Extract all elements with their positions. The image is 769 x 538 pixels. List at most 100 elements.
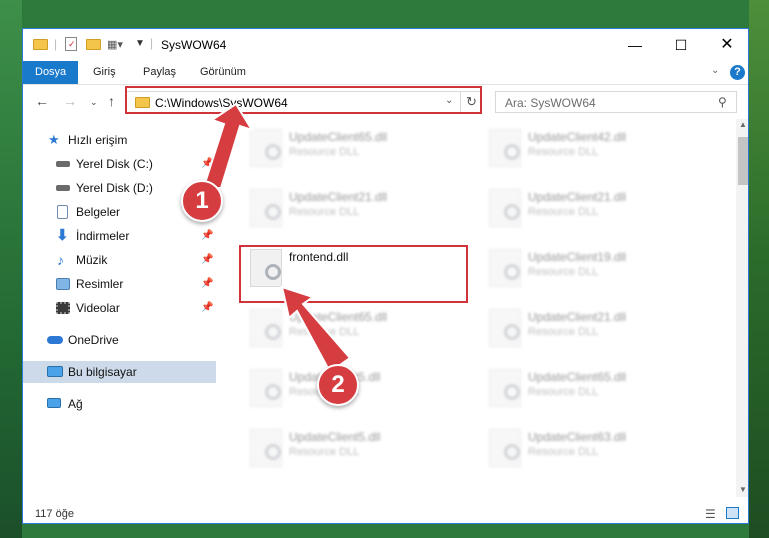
gear-icon (504, 264, 520, 280)
sidebar-item-label: Yerel Disk (D:) (76, 181, 153, 195)
file-item[interactable]: UpdateClient63.dll Resource DLL (481, 425, 711, 473)
sidebar-item-onedrive[interactable]: OneDrive (23, 329, 216, 351)
sidebar-item-label: Belgeler (76, 205, 121, 219)
tab-share[interactable]: Paylaş (143, 61, 176, 84)
search-box[interactable]: Ara: SysWOW64 ⚲ (495, 91, 737, 113)
download-icon: ⬇ (56, 227, 69, 244)
sidebar-item-pictures[interactable]: Resimler 📌 (23, 273, 216, 295)
file-description: Resource DLL (528, 326, 599, 338)
gear-icon (265, 204, 281, 220)
expand-ribbon-icon[interactable]: ⌄ (711, 65, 719, 76)
help-icon[interactable]: ? (730, 65, 745, 80)
folder-icon[interactable] (33, 39, 48, 50)
sidebar-item-quick-access[interactable]: ★ Hızlı erişim (23, 129, 216, 151)
file-item[interactable]: UpdateClient21.dll Resource DLL (242, 185, 472, 233)
tab-view[interactable]: Görünüm (200, 61, 246, 84)
search-icon[interactable]: ⚲ (718, 95, 727, 109)
back-button[interactable]: ← (35, 93, 49, 109)
music-icon: ♪ (57, 252, 64, 268)
vertical-scrollbar[interactable]: ▲ ▼ (736, 119, 748, 497)
file-description: Resource DLL (528, 206, 599, 218)
sidebar-item-local-disk-c[interactable]: Yerel Disk (C:) 📌 (23, 153, 216, 175)
close-button[interactable]: ✕ (704, 29, 748, 61)
window-title: SysWOW64 (161, 38, 227, 52)
file-description: Resource DLL (528, 446, 599, 458)
sidebar-item-label: Videolar (76, 301, 120, 315)
sidebar-item-label: Resimler (76, 277, 124, 291)
drive-icon (56, 161, 70, 167)
customize-icon[interactable]: ▦▾ (107, 38, 123, 51)
computer-icon (47, 366, 63, 377)
minimize-button[interactable]: — (612, 29, 658, 61)
details-view-icon[interactable]: ☰ (705, 507, 716, 521)
sidebar-item-label: Ağ (68, 397, 83, 411)
sidebar-item-network[interactable]: Ağ (23, 393, 216, 415)
file-item[interactable]: UpdateClient65.dll Resource DLL (242, 305, 472, 353)
videos-icon (56, 302, 70, 314)
gear-icon (265, 144, 281, 160)
gear-icon (265, 444, 281, 460)
navigation-pane: ★ Hızlı erişim Yerel Disk (C:) 📌 Yerel D… (23, 119, 216, 497)
address-bar-highlight (125, 86, 482, 114)
sidebar-item-label: Müzik (76, 253, 108, 267)
dll-file-icon (489, 189, 521, 227)
gear-icon (504, 324, 520, 340)
tab-home[interactable]: Giriş (93, 61, 116, 84)
file-name: UpdateClient65.dll (289, 310, 388, 324)
gear-icon (504, 204, 520, 220)
separator: | (54, 37, 58, 51)
forward-button[interactable]: → (63, 93, 77, 109)
sidebar-item-this-pc[interactable]: Bu bilgisayar (23, 361, 216, 383)
file-name: UpdateClient65.dll (289, 130, 388, 144)
dll-file-icon (489, 369, 521, 407)
new-folder-icon[interactable] (86, 39, 101, 50)
sidebar-item-label: İndirmeler (76, 229, 130, 243)
callout-step-1: 1 (181, 180, 223, 222)
file-item[interactable]: UpdateClient19.dll Resource DLL (481, 245, 711, 293)
file-name: UpdateClient19.dll (528, 250, 627, 264)
desktop-background-right (749, 0, 769, 538)
sidebar-item-videos[interactable]: Videolar 📌 (23, 297, 216, 319)
file-name: UpdateClient42.dll (528, 130, 627, 144)
chevron-down-icon[interactable]: ▼ (135, 38, 145, 49)
file-name: UpdateClient21.dll (528, 190, 627, 204)
file-description: Resource DLL (528, 386, 599, 398)
file-description: Resource DLL (289, 206, 360, 218)
gear-icon (504, 444, 520, 460)
file-item[interactable]: UpdateClient5.dll Resource DLL (242, 425, 472, 473)
file-item[interactable]: UpdateClient42.dll Resource DLL (481, 125, 711, 173)
search-input[interactable]: Ara: SysWOW64 (505, 96, 596, 110)
pin-icon[interactable]: 📌 (201, 225, 213, 247)
large-icons-view-icon[interactable] (726, 507, 739, 519)
up-button[interactable]: ↑ (108, 93, 115, 109)
sidebar-item-label: Yerel Disk (C:) (76, 157, 153, 171)
file-name: UpdateClient21.dll (289, 190, 388, 204)
sidebar-item-downloads[interactable]: ⬇ İndirmeler 📌 (23, 225, 216, 247)
file-description: Resource DLL (289, 326, 360, 338)
file-item[interactable]: UpdateClient65.dll Resource DLL (481, 365, 711, 413)
dll-file-icon (489, 129, 521, 167)
dll-file-icon (489, 309, 521, 347)
file-item[interactable]: UpdateClient65.dll Resource DLL (242, 125, 472, 173)
pin-icon[interactable]: 📌 (201, 297, 213, 319)
pin-icon[interactable]: 📌 (201, 153, 213, 175)
tab-file[interactable]: Dosya (23, 61, 79, 84)
gear-icon (504, 144, 520, 160)
maximize-button[interactable]: ☐ (658, 29, 704, 61)
frontend-dll-highlight (239, 245, 468, 303)
file-name: UpdateClient65.dll (528, 370, 627, 384)
file-item[interactable]: UpdateClient21.dll Resource DLL (481, 185, 711, 233)
scroll-up-icon[interactable]: ▲ (739, 120, 747, 129)
pin-icon[interactable]: 📌 (201, 249, 213, 271)
scroll-down-icon[interactable]: ▼ (739, 485, 747, 494)
scrollbar-thumb[interactable] (738, 137, 748, 185)
item-count: 117 öğe (35, 508, 74, 520)
recent-locations-button[interactable]: ⌄ (90, 97, 98, 108)
dll-file-icon (250, 369, 282, 407)
pin-icon[interactable]: 📌 (201, 273, 213, 295)
file-item[interactable]: UpdateClient21.dll Resource DLL (481, 305, 711, 353)
dll-file-icon (489, 249, 521, 287)
sidebar-item-music[interactable]: ♪ Müzik 📌 (23, 249, 216, 271)
properties-icon[interactable]: ✓ (65, 37, 77, 51)
separator: | (150, 36, 154, 50)
